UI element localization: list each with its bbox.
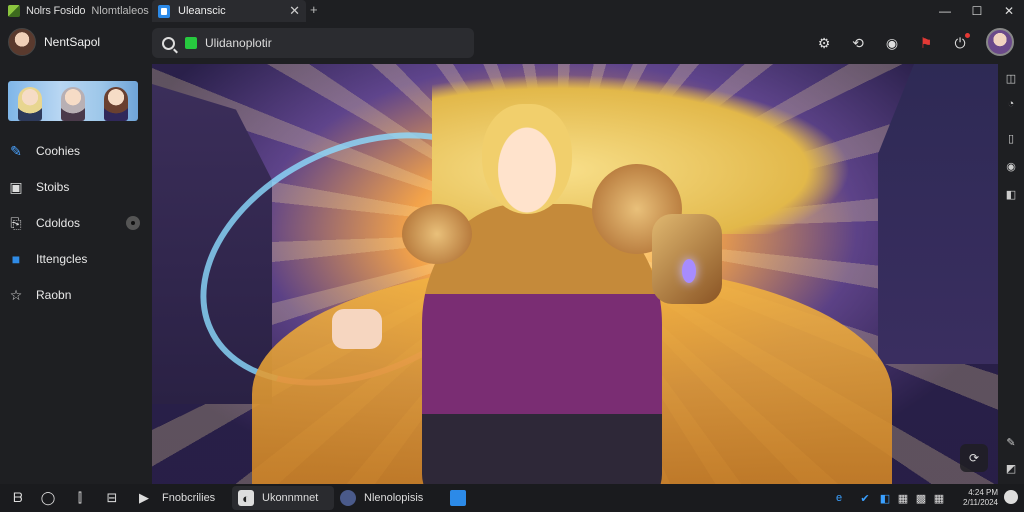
sidebar: NentSapol ✎ Coohies ▣ Stoibs ⎘ Cdoldos ■… — [0, 22, 152, 484]
volume-icon[interactable]: ▦ — [932, 491, 946, 505]
search-icon[interactable]: ◯ — [40, 490, 56, 506]
start-icon[interactable]: ᗷ — [10, 490, 26, 506]
record-icon[interactable]: ◉ — [882, 33, 902, 53]
folder-icon: ■ — [11, 251, 21, 267]
taskbar-app-label: Ukonnmnet — [262, 492, 319, 504]
search-value: Ulidanoplotir — [205, 36, 272, 50]
edit-icon[interactable]: ✎ — [1003, 434, 1019, 450]
share-icon[interactable]: ⟲ — [848, 33, 868, 53]
document-icon: ⎘ — [10, 214, 22, 231]
sidebar-item-stoibs[interactable]: ▣ Stoibs — [8, 176, 144, 198]
tab-favicon-icon — [158, 4, 170, 18]
power-icon[interactable]: ⏻ — [950, 33, 970, 53]
refresh-icon[interactable]: ⟳ — [960, 444, 988, 472]
history-icon[interactable]: ◔ — [1003, 96, 1019, 112]
profile[interactable]: NentSapol — [8, 28, 100, 56]
gauntlet-gem — [682, 259, 696, 283]
system-clock[interactable]: 4:24 PM 2/11/2024 — [963, 488, 998, 508]
sidebar-item-label: Cdoldos — [36, 216, 81, 230]
title-bar: Nolrs Fosido Nlomtlaleos Uleanscic ✕ + —… — [0, 0, 1024, 22]
network-icon[interactable]: ▩ — [914, 491, 928, 505]
browser-tab[interactable]: Uleanscic ✕ — [152, 0, 306, 22]
tab-close-icon[interactable]: ✕ — [289, 3, 300, 19]
building-right — [878, 64, 998, 364]
notification-icon[interactable] — [1004, 490, 1018, 504]
taskbar-app-label[interactable]: Nlenolopisis — [364, 492, 423, 504]
minimize-button[interactable]: — — [930, 0, 960, 22]
brush-icon: ✎ — [10, 142, 22, 159]
check-icon[interactable]: ✔ — [858, 491, 872, 505]
right-rail: ◫ ◔ ▯ ◉ ◧ ✎ ◩ — [998, 64, 1024, 484]
clock-date: 2/11/2024 — [963, 498, 998, 507]
taskbar-app-active[interactable]: ◐ Ukonnmnet — [232, 486, 334, 510]
sidebar-item-raobn[interactable]: ☆ Raobn — [8, 284, 144, 306]
search-input[interactable]: Ulidanoplotir — [152, 28, 474, 58]
sidebar-banner-image[interactable] — [8, 81, 138, 121]
alert-icon[interactable]: ⚑ — [916, 33, 936, 53]
widgets-icon[interactable]: ⊟ — [104, 490, 120, 506]
star-icon: ☆ — [9, 286, 23, 303]
app-icon[interactable] — [340, 490, 356, 506]
app-logo-icon — [8, 5, 20, 17]
character-thumbnail — [104, 87, 129, 121]
record-icon[interactable]: ◉ — [1003, 158, 1019, 174]
clock-time: 4:24 PM — [968, 488, 998, 497]
sidebar-item-label: Raobn — [36, 288, 72, 302]
grid-icon[interactable]: ▦ — [896, 491, 910, 505]
status-badge — [126, 216, 140, 230]
character-fist — [332, 309, 382, 349]
site-icon — [185, 37, 197, 49]
sidebar-item-coohies[interactable]: ✎ Coohies — [8, 140, 144, 162]
power-icon-glyph: ⏻ — [954, 34, 966, 51]
app-name: Nolrs Fosido — [26, 5, 86, 17]
artwork-canvas[interactable]: ⟳ — [152, 64, 998, 484]
browser-icon[interactable]: e — [832, 491, 846, 505]
box-icon: ▣ — [9, 178, 23, 195]
settings-icon[interactable]: ⚙ — [814, 33, 834, 53]
sidebar-item-label: Stoibs — [36, 180, 70, 194]
new-tab-button[interactable]: + — [310, 2, 318, 17]
profile-name: NentSapol — [44, 35, 101, 49]
app-subtitle: Nlomtlaleos — [91, 5, 149, 17]
sidebar-item-label: Coohies — [36, 144, 81, 158]
character-thumbnail — [17, 87, 42, 121]
taskbar-app-label[interactable]: Fnobcrilies — [162, 492, 215, 504]
phone-icon[interactable]: ▯ — [1003, 130, 1019, 146]
window-icon[interactable]: ◧ — [878, 491, 892, 505]
character-thumbnail — [60, 87, 85, 121]
avatar[interactable] — [8, 28, 36, 56]
app-icon: ◐ — [238, 490, 254, 506]
media-icon[interactable]: ▶ — [136, 490, 152, 506]
taskbar: ᗷ ◯ ⫿ ⊟ ▶ Fnobcrilies ◐ Ukonnmnet Nlenol… — [0, 484, 1024, 512]
sidebar-item-ittengcles[interactable]: ■ Ittengcles — [8, 248, 144, 270]
maximize-button[interactable]: ☐ — [962, 0, 992, 22]
sidebar-item-cdoldos[interactable]: ⎘ Cdoldos — [8, 212, 144, 234]
store-icon[interactable] — [450, 490, 466, 506]
panel-icon[interactable]: ◫ — [1003, 70, 1019, 86]
character-shoulder-left — [402, 204, 472, 264]
search-icon — [162, 36, 175, 50]
close-button[interactable]: ✕ — [994, 0, 1024, 22]
character-head — [482, 104, 572, 214]
task-view-icon[interactable]: ⫿ — [72, 490, 88, 506]
tab-label: Uleanscic — [178, 5, 226, 17]
notification-dot — [965, 33, 970, 38]
user-avatar[interactable] — [986, 28, 1014, 56]
layout-icon[interactable]: ◧ — [1003, 186, 1019, 202]
sidebar-toggle-icon[interactable]: ◩ — [1003, 460, 1019, 476]
toolbar: Ulidanoplotir ⚙ ⟲ ◉ ⚑ ⏻ — [152, 22, 1024, 64]
sidebar-item-label: Ittengcles — [36, 252, 88, 266]
